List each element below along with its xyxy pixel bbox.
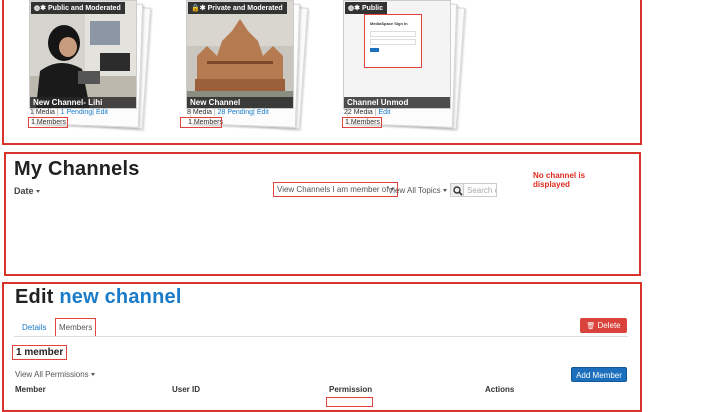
edit-title: Edit new channel <box>15 286 182 308</box>
thumb-button <box>370 48 379 52</box>
sort-dropdown[interactable]: Date <box>14 186 40 196</box>
thumbnail-photo-person-laptop <box>30 1 136 108</box>
chevron-down-icon <box>35 190 40 194</box>
chevron-down-icon <box>90 373 95 377</box>
tab-members[interactable]: Members <box>55 318 97 337</box>
edit-link[interactable]: Edit <box>379 109 391 116</box>
channel-thumbnail[interactable]: MediaSpace Sign In ◍✱ Public Channel Unmo… <box>343 0 451 109</box>
chevron-down-icon <box>442 189 447 193</box>
edit-link[interactable]: Edit <box>257 109 269 116</box>
channel-card[interactable]: MediaSpace Sign In ◍✱ Public Channel Unmo… <box>343 0 466 130</box>
topics-dropdown[interactable]: View All Topics <box>388 186 447 195</box>
tab-details[interactable]: Details <box>22 323 46 332</box>
search-input[interactable]: Search c <box>463 183 497 197</box>
column-header-member[interactable]: Member <box>15 385 46 394</box>
channel-thumbnail[interactable]: ◍✱ Public and Moderated New Channel- Lihi <box>29 0 137 109</box>
member-count: 1 member <box>12 345 68 360</box>
column-header-user-id[interactable]: User ID <box>172 385 200 394</box>
thumb-field <box>370 31 416 37</box>
trash-icon: 🗑 <box>586 323 596 330</box>
channel-title[interactable]: New Channel- Lihi <box>30 97 136 108</box>
tab-divider <box>14 336 628 337</box>
channel-card[interactable]: 🔒✱ Private and Moderated New Channel 8 Me… <box>186 0 309 130</box>
privacy-badge: 🔒✱ Private and Moderated <box>188 2 287 14</box>
permissions-filter-dropdown[interactable]: View All Permissions <box>15 370 95 379</box>
thumbnail-caption: MediaSpace Sign In <box>370 21 408 26</box>
channel-title[interactable]: New Channel <box>187 97 293 108</box>
delete-button[interactable]: 🗑 Delete <box>580 318 627 333</box>
add-member-button[interactable]: Add Member <box>571 367 627 382</box>
thumbnail-login-screen: MediaSpace Sign In <box>364 14 422 68</box>
channel-thumbnail[interactable]: 🔒✱ Private and Moderated New Channel <box>186 0 294 109</box>
privacy-badge: ◍✱ Public <box>345 2 387 14</box>
channel-card[interactable]: ◍✱ Public and Moderated New Channel- Lihi… <box>29 0 152 130</box>
privacy-badge: ◍✱ Public and Moderated <box>31 2 125 14</box>
page-title: My Channels <box>14 158 140 180</box>
edit-link[interactable]: Edit <box>96 109 108 116</box>
channel-name: new channel <box>59 286 182 308</box>
members-highlight <box>28 117 68 128</box>
globe-gear-icon: ◍✱ <box>34 5 46 12</box>
search-button[interactable] <box>450 183 464 197</box>
search-placeholder: Search c <box>467 186 497 195</box>
members-highlight <box>342 117 382 128</box>
column-header-actions[interactable]: Actions <box>485 385 514 394</box>
permission-highlight <box>326 397 373 407</box>
globe-gear-icon: ◍✱ <box>348 5 360 12</box>
pending-link[interactable]: 1 Pending <box>61 109 93 116</box>
channel-media-info: 1 Media | 1 Pending| Edit <box>30 109 108 116</box>
pending-link[interactable]: 28 Pending <box>218 109 253 116</box>
members-highlight <box>180 117 222 128</box>
channel-title[interactable]: Channel Unmod <box>344 97 450 108</box>
channel-filter-dropdown[interactable]: View Channels I am member of <box>273 182 399 197</box>
channel-media-info: 8 Media | 28 Pending| Edit <box>187 109 269 116</box>
channel-media-info: 22 Media | Edit <box>344 109 391 116</box>
thumb-field <box>370 39 416 45</box>
lock-gear-icon: 🔒✱ <box>191 5 206 12</box>
thumbnail-photo-temple <box>187 1 293 108</box>
column-header-permission[interactable]: Permission <box>329 385 372 394</box>
annotation-note: No channel is displayed <box>533 171 586 189</box>
